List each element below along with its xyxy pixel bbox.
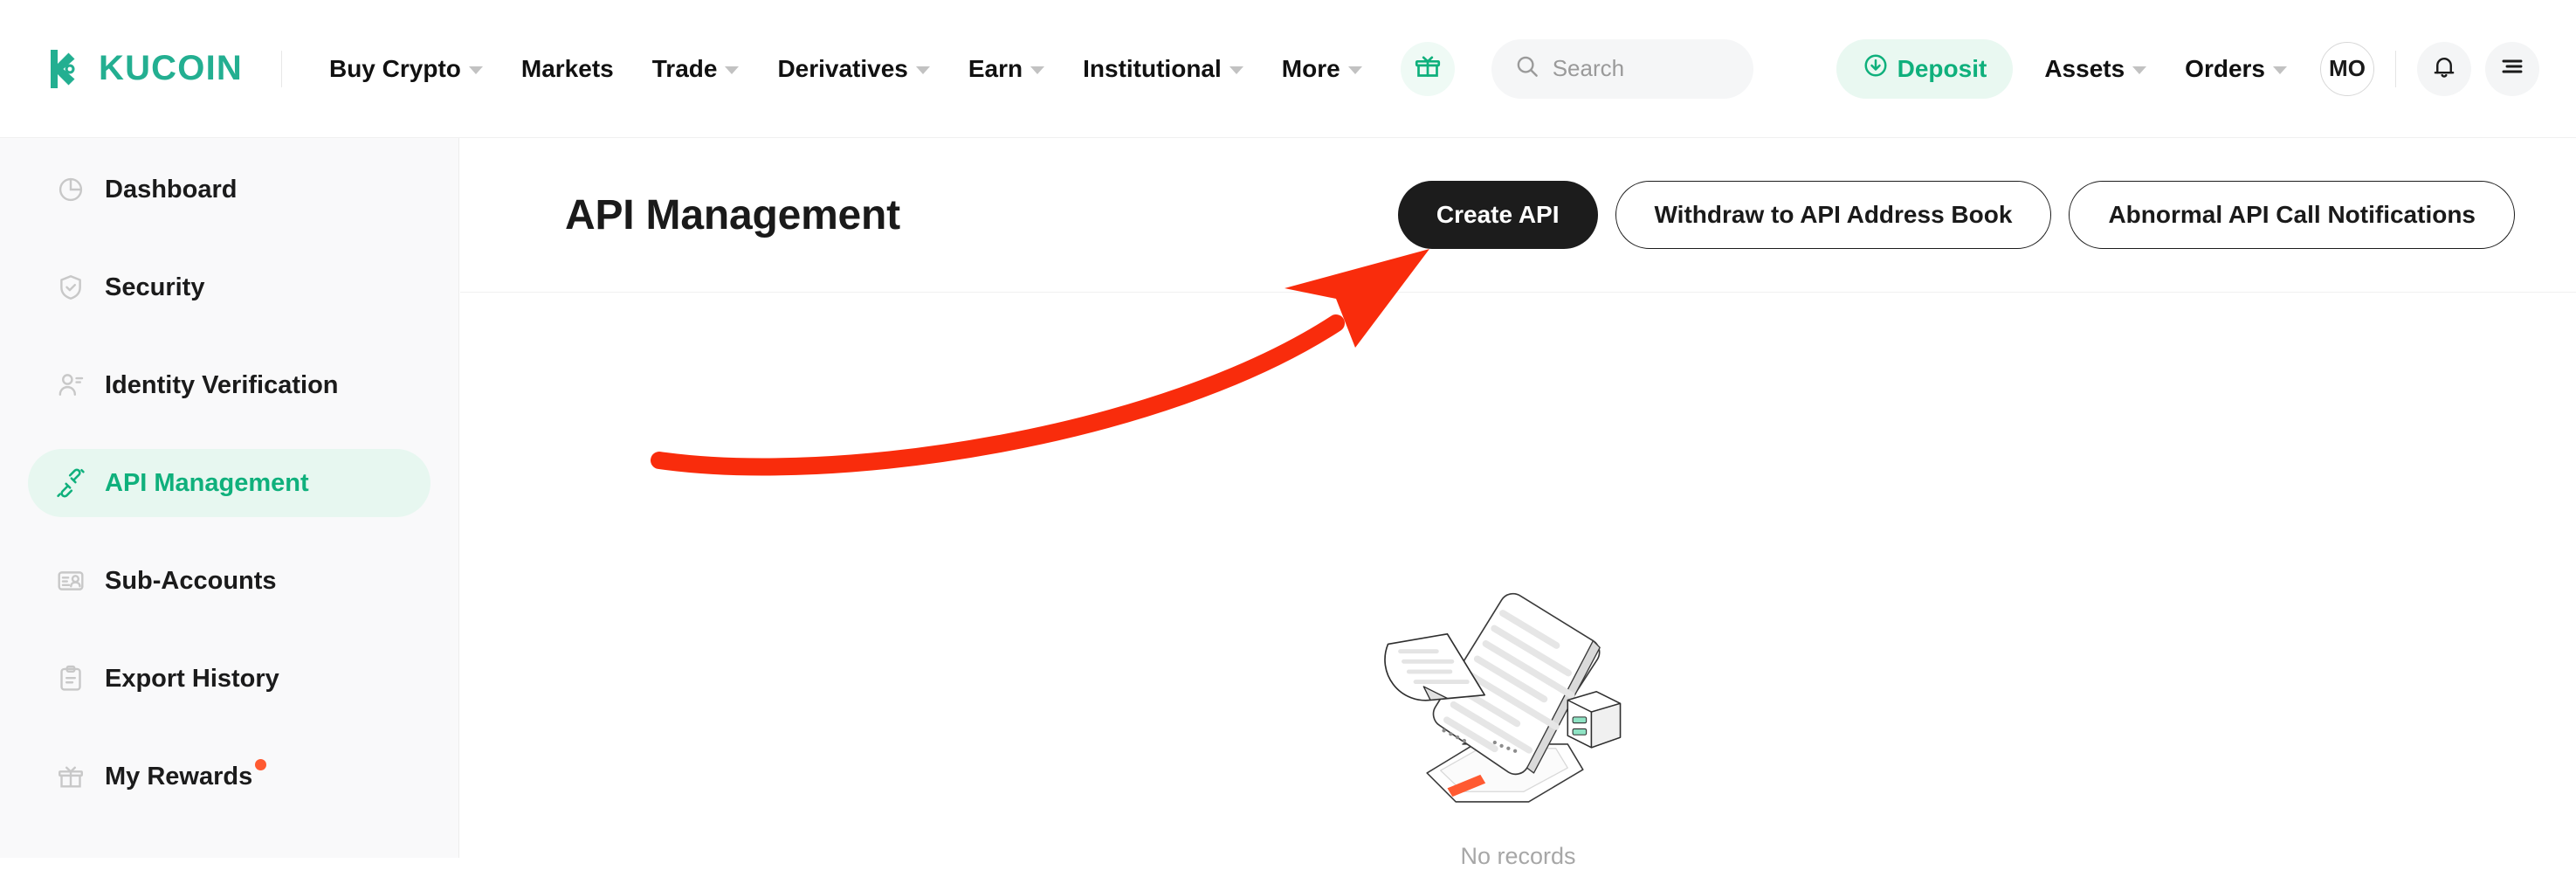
- sidebar-item-label: Identity Verification: [105, 370, 339, 399]
- nav-item-buy-crypto[interactable]: Buy Crypto: [310, 43, 502, 95]
- nav-item-earn[interactable]: Earn: [949, 43, 1064, 95]
- chevron-down-icon: [1347, 66, 1362, 74]
- api-plug-icon: [56, 468, 86, 498]
- nav-label: Earn: [968, 54, 1023, 82]
- top-navigation-bar: KUCOIN Buy Crypto Markets Trade Derivati…: [0, 0, 2576, 138]
- sidebar-item-label: My Rewards: [105, 758, 267, 791]
- sidebar-item-label: Security: [105, 273, 205, 301]
- chevron-down-icon: [915, 66, 930, 74]
- sidebar-item-label: Export History: [105, 664, 279, 693]
- nav-divider: [280, 50, 282, 87]
- user-id-icon: [56, 370, 86, 400]
- no-records-illustration: [1374, 575, 1663, 824]
- chevron-down-icon: [468, 66, 483, 74]
- sidebar-item-label: Dashboard: [105, 175, 238, 204]
- create-api-button[interactable]: Create API: [1397, 181, 1598, 249]
- search-icon: [1514, 53, 1540, 84]
- nav-label: Markets: [520, 54, 614, 82]
- sidebar-item-my-rewards[interactable]: My Rewards: [28, 742, 430, 811]
- download-arrow-icon: [1863, 52, 1889, 85]
- nav-item-orders[interactable]: Orders: [2166, 43, 2306, 95]
- page-action-buttons: Create API Withdraw to API Address Book …: [1397, 181, 2515, 249]
- nav-label: Assets: [2044, 54, 2125, 82]
- nav-item-institutional[interactable]: Institutional: [1064, 43, 1263, 95]
- nav-item-trade[interactable]: Trade: [633, 43, 759, 95]
- gift-icon: [1413, 52, 1443, 86]
- search-input[interactable]: Search: [1491, 38, 1753, 99]
- kucoin-wordmark: KUCOIN: [99, 49, 243, 87]
- nav-label: Derivatives: [777, 54, 908, 82]
- chevron-down-icon: [2273, 66, 2287, 74]
- sub-accounts-card-icon: [56, 566, 86, 596]
- chevron-down-icon: [1030, 66, 1045, 74]
- nav-label: Institutional: [1083, 54, 1222, 82]
- nav-label: Trade: [651, 54, 718, 82]
- deposit-button[interactable]: Deposit: [1836, 38, 2014, 99]
- bell-icon: [2430, 52, 2458, 85]
- sidebar-item-label: API Management: [105, 468, 309, 497]
- search-placeholder: Search: [1552, 55, 1625, 81]
- avatar-initials: MO: [2329, 55, 2366, 81]
- sidebar-item-label: Sub-Accounts: [105, 566, 277, 595]
- nav-item-more[interactable]: More: [1263, 43, 1381, 95]
- sidebar: Dashboard Security Identity Verification: [0, 138, 459, 858]
- kucoin-k-logo-icon: [38, 45, 87, 93]
- chevron-down-icon: [2132, 66, 2147, 74]
- menu-button[interactable]: [2485, 41, 2539, 96]
- kucoin-logo[interactable]: KUCOIN: [38, 45, 243, 93]
- gift-box-icon: [56, 762, 86, 791]
- sidebar-item-export-history[interactable]: Export History: [28, 645, 430, 713]
- sidebar-item-api-management[interactable]: API Management: [28, 449, 430, 517]
- abnormal-api-call-notifications-button[interactable]: Abnormal API Call Notifications: [2069, 181, 2515, 249]
- shield-check-icon: [56, 273, 86, 302]
- empty-state-text: No records: [1460, 843, 1576, 869]
- page-header: API Management Create API Withdraw to AP…: [460, 138, 2576, 293]
- nav-menu: Buy Crypto Markets Trade Derivatives Ear…: [310, 43, 1381, 95]
- empty-state: No records: [460, 575, 2576, 870]
- main-content: API Management Create API Withdraw to AP…: [460, 138, 2576, 869]
- chevron-down-icon: [1229, 66, 1243, 74]
- avatar[interactable]: MO: [2320, 41, 2374, 96]
- notifications-button[interactable]: [2417, 41, 2471, 96]
- nav-label: More: [1281, 54, 1340, 82]
- gift-promotions-button[interactable]: [1400, 41, 1455, 96]
- nav-label: Orders: [2185, 54, 2265, 82]
- clipboard-icon: [56, 664, 86, 694]
- chevron-down-icon: [725, 66, 740, 74]
- deposit-label: Deposit: [1897, 54, 1987, 82]
- nav-item-markets[interactable]: Markets: [502, 43, 633, 95]
- sidebar-item-security[interactable]: Security: [28, 253, 430, 321]
- hamburger-menu-icon: [2498, 52, 2526, 85]
- sidebar-item-sub-accounts[interactable]: Sub-Accounts: [28, 547, 430, 615]
- sidebar-item-identity-verification[interactable]: Identity Verification: [28, 351, 430, 419]
- sidebar-item-dashboard[interactable]: Dashboard: [28, 155, 430, 224]
- nav-item-derivatives[interactable]: Derivatives: [758, 43, 948, 95]
- nav-item-assets[interactable]: Assets: [2025, 43, 2166, 95]
- nav-divider: [2395, 50, 2396, 87]
- withdraw-to-api-address-book-button[interactable]: Withdraw to API Address Book: [1615, 181, 2052, 249]
- nav-right-cluster: Deposit Assets Orders MO: [1836, 38, 2576, 99]
- pie-chart-icon: [56, 175, 86, 204]
- page-title: API Management: [565, 191, 900, 238]
- notification-dot-badge: [255, 758, 267, 770]
- nav-label: Buy Crypto: [328, 54, 461, 82]
